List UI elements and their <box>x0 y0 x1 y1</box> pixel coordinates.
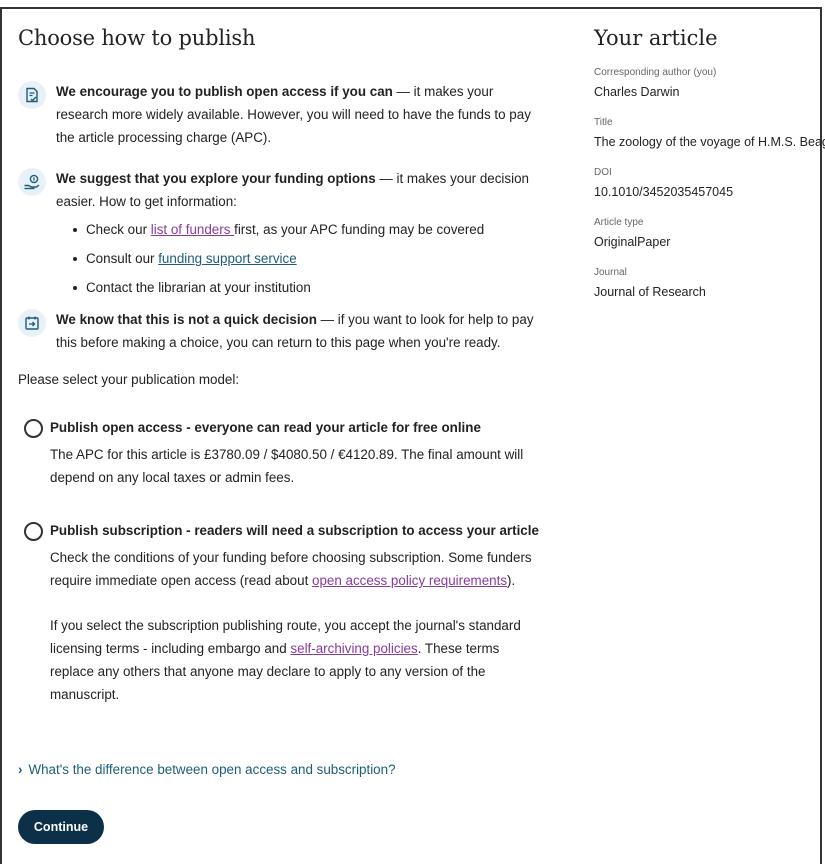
publication-model-prompt: Please select your publication model: <box>18 372 240 387</box>
chevron-right-icon: › <box>18 762 23 777</box>
field-value: Journal of Research <box>594 285 706 299</box>
field-value: The zoology of the voyage of H.M.S. Beag… <box>594 135 825 149</box>
main-content: Choose how to publish We encourage you t… <box>18 26 539 844</box>
field-doi: DOI 10.1010/3452035457045 <box>594 166 733 199</box>
list-item-text: Consult our <box>86 251 159 266</box>
field-corresponding-author: Corresponding author (you) Charles Darwi… <box>594 66 716 99</box>
field-label: Title <box>594 117 613 128</box>
option-open-access[interactable]: Publish open access - everyone can read … <box>24 416 544 489</box>
option-subscription[interactable]: Publish subscription - readers will need… <box>24 519 544 706</box>
option-description: Check the conditions of your funding bef… <box>50 546 544 592</box>
field-value: 10.1010/3452035457045 <box>594 185 734 199</box>
list-item-text: Check our <box>86 222 151 237</box>
list-item-text: Contact the librarian at your institutio… <box>86 280 311 295</box>
list-item-text: first, as your APC funding may be covere… <box>234 222 485 237</box>
open-access-policy-link[interactable]: open access policy requirements <box>312 573 507 588</box>
continue-button[interactable]: Continue <box>18 810 104 844</box>
self-archiving-policies-link[interactable]: self-archiving policies <box>290 641 417 656</box>
article-sidebar: Your article Corresponding author (you) … <box>594 26 825 299</box>
info-heading: We know that this is not a quick decisio… <box>56 312 317 327</box>
option-label[interactable]: Publish open access - everyone can read … <box>50 416 544 439</box>
option-text: ). <box>507 573 516 588</box>
open-access-radio[interactable] <box>24 419 43 438</box>
field-label: Corresponding author (you) <box>594 67 717 78</box>
field-label: Journal <box>594 267 627 278</box>
funding-info-list: Check our list of funders first, as your… <box>18 215 538 302</box>
field-article-type: Article type OriginalPaper <box>594 216 670 249</box>
option-label[interactable]: Publish subscription - readers will need… <box>50 519 544 542</box>
page-title: Choose how to publish <box>18 26 256 50</box>
field-value: Charles Darwin <box>594 85 680 99</box>
info-heading: We encourage you to publish open access … <box>56 84 393 99</box>
list-item: Consult our funding support service <box>73 244 538 273</box>
funding-support-service-link[interactable]: funding support service <box>158 251 296 266</box>
field-label: DOI <box>594 167 612 178</box>
calendar-arrow-icon <box>18 309 46 337</box>
subscription-radio[interactable] <box>24 522 43 541</box>
field-title: Title The zoology of the voyage of H.M.S… <box>594 116 825 149</box>
list-item: Contact the librarian at your institutio… <box>73 273 538 302</box>
field-value: OriginalPaper <box>594 235 671 249</box>
field-journal: Journal Journal of Research <box>594 266 706 299</box>
list-item: Check our list of funders first, as your… <box>73 215 538 244</box>
option-description: The APC for this article is £3780.09 / $… <box>50 447 524 485</box>
difference-toggle-label[interactable]: What's the difference between open acces… <box>28 762 395 777</box>
field-label: Article type <box>594 217 644 228</box>
info-heading: We suggest that you explore your funding… <box>56 171 376 186</box>
sidebar-title: Your article <box>594 26 718 50</box>
document-check-icon <box>18 81 46 109</box>
info-open-access-encouragement: We encourage you to publish open access … <box>18 80 538 149</box>
info-not-quick-decision: We know that this is not a quick decisio… <box>18 308 538 354</box>
difference-toggle[interactable]: › What's the difference between open acce… <box>18 762 396 777</box>
option-description: If you select the subscription publishin… <box>50 614 544 706</box>
info-funding-options: We suggest that you explore your funding… <box>18 167 538 302</box>
list-of-funders-link[interactable]: list of funders <box>151 222 234 237</box>
funding-hand-icon <box>18 168 46 196</box>
